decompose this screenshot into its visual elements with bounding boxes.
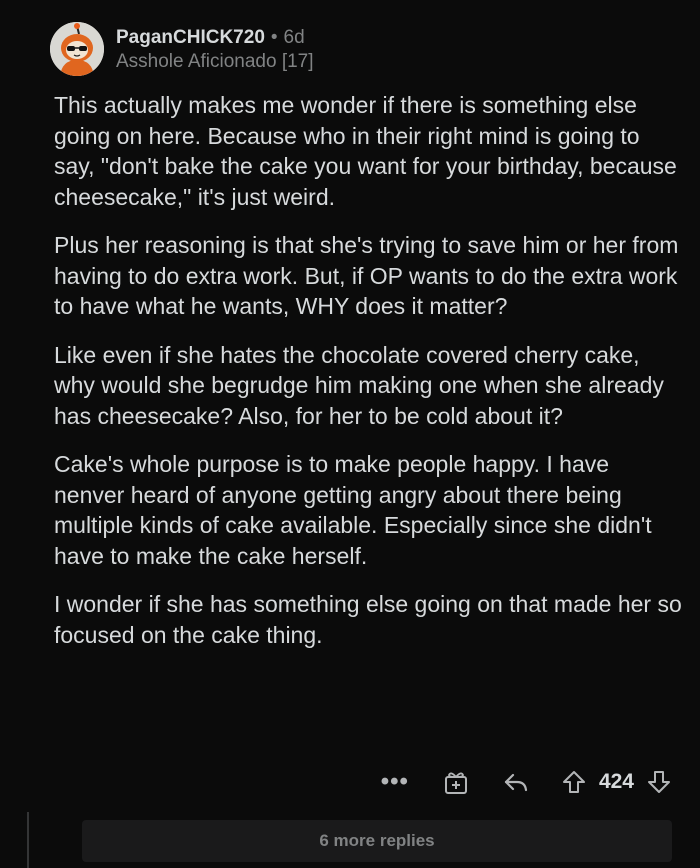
- thread-line: [27, 812, 29, 868]
- meta-separator: •: [270, 27, 278, 48]
- avatar[interactable]: [50, 22, 104, 76]
- more-icon[interactable]: •••: [381, 770, 409, 794]
- upvote-icon[interactable]: [561, 769, 587, 795]
- award-icon[interactable]: [443, 769, 469, 795]
- comment-actions: ••• 424: [381, 764, 672, 800]
- username[interactable]: PaganCHICK720: [116, 27, 265, 48]
- comment-meta: PaganCHICK720 • 6d Asshole Aficionado [17]: [116, 26, 314, 74]
- downvote-icon[interactable]: [646, 769, 672, 795]
- meta-top-line: PaganCHICK720 • 6d: [116, 26, 314, 50]
- comment-body: This actually makes me wonder if there i…: [54, 90, 684, 668]
- comment-paragraph: This actually makes me wonder if there i…: [54, 92, 677, 210]
- comment-paragraph: Like even if she hates the chocolate cov…: [54, 341, 664, 429]
- comment-paragraph: Plus her reasoning is that she's trying …: [54, 232, 679, 319]
- avatar-image: [50, 22, 104, 76]
- vote-score: 424: [598, 770, 634, 793]
- comment-header: PaganCHICK720 • 6d Asshole Aficionado [17]: [50, 22, 314, 78]
- comment-paragraph: Cake's whole purpose is to make people h…: [54, 451, 652, 569]
- comment-age: 6d: [283, 27, 305, 48]
- user-flair: Asshole Aficionado [17]: [116, 51, 314, 72]
- reply-icon[interactable]: [503, 770, 529, 794]
- comment-paragraph: I wonder if she has something else going…: [54, 591, 682, 648]
- more-replies-button[interactable]: 6 more replies: [82, 820, 672, 862]
